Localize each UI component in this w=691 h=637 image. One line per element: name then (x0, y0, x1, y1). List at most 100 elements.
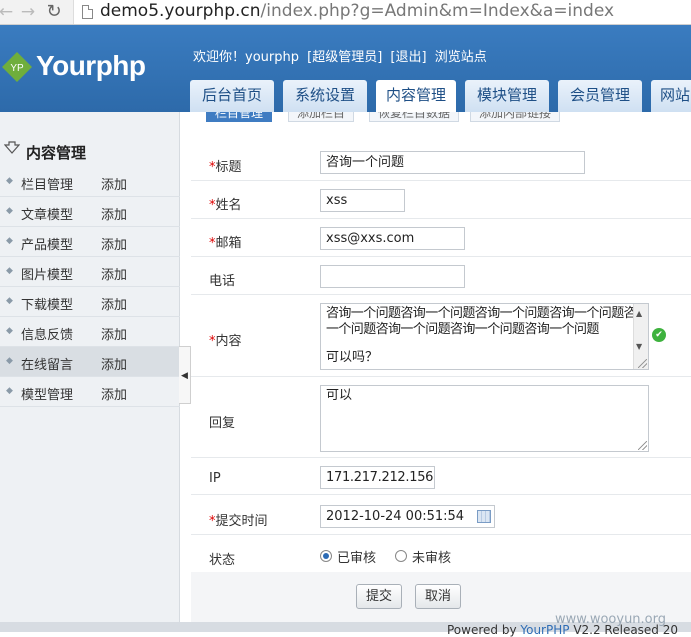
logo-badge-icon: YP (2, 52, 32, 82)
resize-grip-icon[interactable] (638, 359, 647, 368)
name-label: *姓名 (209, 194, 242, 213)
sidebar-item-feedback[interactable]: ◆ 信息反馈 添加 (0, 317, 180, 347)
email-label-text: 邮箱 (215, 236, 242, 251)
content-line-2: 一个问题咨询一个问题咨询一个问题咨询一个问题 (326, 322, 599, 337)
bullet-icon: ◆ (6, 176, 13, 186)
url-path: /index.php?g=Admin&m=Index&a=index (260, 1, 615, 21)
name-label-text: 姓名 (215, 198, 242, 213)
sidebar-collapse-toggle[interactable]: ◀ (179, 346, 191, 404)
reload-icon[interactable]: ↻ (44, 2, 64, 22)
sidebar-item-label[interactable]: 在线留言 (21, 354, 73, 373)
sidebar-item-label[interactable]: 模型管理 (21, 384, 73, 403)
role-link[interactable]: [超级管理员] (307, 50, 382, 65)
sidebar-item-product[interactable]: ◆ 产品模型 添加 (0, 227, 180, 257)
bullet-icon: ◆ (6, 386, 13, 396)
sub-tab-category-management[interactable]: 栏目管理 (206, 112, 273, 122)
tab-website[interactable]: 网站 (651, 80, 691, 112)
svg-text:YP: YP (10, 63, 24, 74)
sidebar-item-download[interactable]: ◆ 下载模型 添加 (0, 287, 180, 317)
sidebar-item-label[interactable]: 产品模型 (21, 234, 73, 253)
title-label: *标题 (209, 156, 242, 175)
name-input[interactable]: xss (320, 189, 405, 212)
url-text[interactable]: demo5.yourphp.cn/index.php?g=Admin&m=Ind… (100, 1, 614, 21)
sidebar-item-picture[interactable]: ◆ 图片模型 添加 (0, 257, 180, 287)
calendar-icon[interactable] (477, 510, 491, 523)
sidebar-item-add-link[interactable]: 添加 (101, 264, 127, 283)
form-row-phone: 电话 (191, 257, 691, 295)
logout-link[interactable]: [退出] (390, 50, 426, 65)
back-arrow-icon[interactable]: ← (0, 2, 16, 22)
resize-grip-icon[interactable] (638, 441, 647, 450)
form-row-title: *标题 咨询一个问题 (191, 144, 691, 181)
page-icon (82, 5, 93, 19)
sidebar-header: 内容管理 (0, 136, 180, 166)
title-input[interactable]: 咨询一个问题 (320, 151, 585, 174)
form-row-status: 状态 已审核 未审核 (191, 535, 691, 572)
sidebar-item-label[interactable]: 下载模型 (21, 294, 73, 313)
sidebar-item-add-link[interactable]: 添加 (101, 204, 127, 223)
tab-member-management[interactable]: 会员管理 (558, 80, 642, 112)
sidebar-item-add-link[interactable]: 添加 (101, 234, 127, 253)
sidebar-item-label[interactable]: 信息反馈 (21, 324, 73, 343)
submit-time-label: *提交时间 (209, 510, 268, 529)
tab-module-management[interactable]: 模块管理 (465, 80, 549, 112)
check-circle-icon: ✔ (652, 328, 666, 342)
bullet-icon: ◆ (6, 236, 13, 246)
cancel-button[interactable]: 取消 (415, 584, 461, 609)
sub-tab-restore-category-data[interactable]: 恢复栏目数据 (369, 112, 460, 122)
admin-header: YP Yourphp 欢迎你！yourphp [超级管理员] [退出] 浏览站点… (0, 25, 691, 112)
content-line-3: 可以吗？ (326, 350, 379, 365)
sidebar-title: 内容管理 (26, 144, 87, 162)
submit-time-value: 2012-10-24 00:51:54 (326, 509, 465, 524)
content-label: *内容 (209, 330, 242, 349)
phone-label: 电话 (209, 274, 236, 289)
tab-home[interactable]: 后台首页 (190, 80, 274, 112)
forward-arrow-icon[interactable]: → (18, 2, 38, 22)
sub-tab-add-internal-link[interactable]: 添加内部链接 (470, 112, 561, 122)
address-bar[interactable]: demo5.yourphp.cn/index.php?g=Admin&m=Ind… (73, 0, 691, 24)
ip-label: IP (209, 471, 221, 486)
sidebar-item-model-management[interactable]: ◆ 模型管理 添加 (0, 377, 180, 407)
scroll-down-icon[interactable]: ▼ (636, 339, 642, 355)
sidebar-item-label[interactable]: 文章模型 (21, 204, 73, 223)
status-approved-label[interactable]: 已审核 (337, 547, 376, 566)
sub-tab-add-category[interactable]: 添加栏目 (288, 112, 355, 122)
browser-toolbar: ← → ↻ demo5.yourphp.cn/index.php?g=Admin… (0, 0, 691, 25)
reply-label: 回复 (209, 416, 236, 431)
form-row-content: *内容 咨询一个问题咨询一个问题咨询一个问题咨询一个问题咨询 一个问题咨询一个问… (191, 295, 691, 377)
sidebar-item-add-link[interactable]: 添加 (101, 384, 127, 403)
submit-button[interactable]: 提交 (356, 584, 402, 609)
sidebar-item-add-link[interactable]: 添加 (101, 294, 127, 313)
phone-input[interactable] (320, 265, 465, 288)
status-approved-radio[interactable] (320, 550, 332, 562)
email-label: *邮箱 (209, 232, 242, 251)
reply-textarea[interactable]: 可以 (320, 385, 649, 452)
email-input[interactable]: xss@xxs.com (320, 227, 465, 250)
form-row-submit-time: *提交时间 2012-10-24 00:51:54 (191, 495, 691, 535)
sidebar-item-add-link[interactable]: 添加 (101, 324, 127, 343)
status-radio-group: 已审核 未审核 (320, 545, 520, 566)
scroll-up-icon[interactable]: ▲ (636, 306, 642, 322)
bullet-icon: ◆ (6, 266, 13, 276)
bullet-icon: ◆ (6, 356, 13, 366)
bullet-icon: ◆ (6, 296, 13, 306)
status-unapproved-label[interactable]: 未审核 (412, 547, 451, 566)
submit-time-input[interactable]: 2012-10-24 00:51:54 (320, 505, 495, 528)
tab-content-management[interactable]: 内容管理 (376, 80, 456, 112)
sidebar-item-category[interactable]: ◆ 栏目管理 添加 (0, 167, 180, 197)
content-area: 栏目管理 添加栏目 恢复栏目数据 添加内部链接 *标题 咨询一个问题 *姓名 x… (191, 112, 691, 632)
sidebar-item-add-link[interactable]: 添加 (101, 174, 127, 193)
browse-site-link[interactable]: 浏览站点 (435, 50, 487, 65)
status-unapproved-radio[interactable] (395, 550, 407, 562)
content-textarea[interactable]: 咨询一个问题咨询一个问题咨询一个问题咨询一个问题咨询 一个问题咨询一个问题咨询一… (320, 303, 649, 370)
sidebar-item-label[interactable]: 图片模型 (21, 264, 73, 283)
submit-time-label-text: 提交时间 (215, 514, 268, 529)
sidebar-item-label[interactable]: 栏目管理 (21, 174, 73, 193)
ip-input[interactable]: 171.217.212.156 (320, 466, 435, 489)
tab-system-settings[interactable]: 系统设置 (283, 80, 367, 112)
sidebar-item-add-link[interactable]: 添加 (101, 354, 127, 373)
sidebar-item-guestbook[interactable]: ◆ 在线留言 添加 (0, 347, 180, 377)
sub-tabs: 栏目管理 添加栏目 恢复栏目数据 添加内部链接 (203, 112, 691, 130)
sidebar-item-article[interactable]: ◆ 文章模型 添加 (0, 197, 180, 227)
url-host: demo5.yourphp.cn (100, 1, 261, 21)
